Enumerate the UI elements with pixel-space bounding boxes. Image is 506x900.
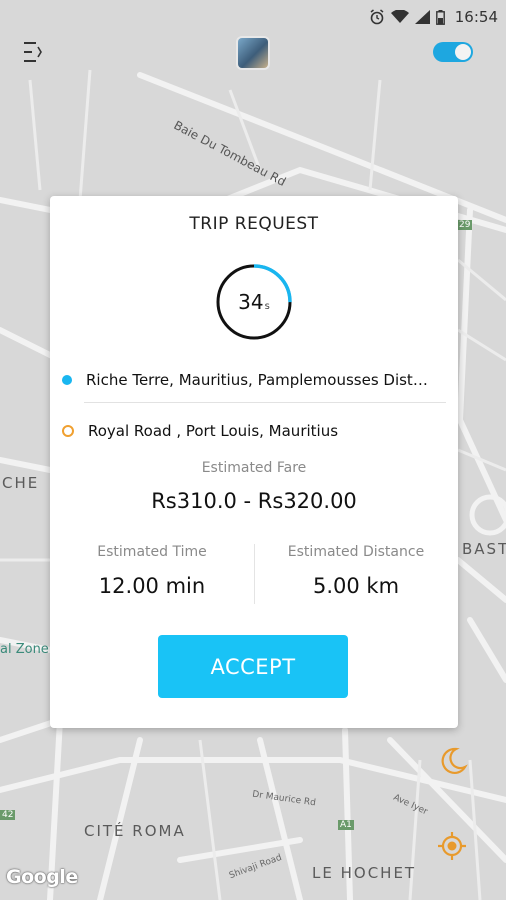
fare-value: Rs310.0 - Rs320.00 [151, 489, 357, 513]
online-toggle[interactable] [433, 42, 473, 62]
distance-value: 5.00 km [312, 574, 400, 598]
time-value: 12.00 min [98, 574, 206, 598]
pickup-location: Riche Terre, Mauritius, Pamplemousses Di… [62, 368, 446, 392]
map-label-a42: 42 [0, 810, 16, 820]
locate-me-icon [438, 832, 466, 860]
wifi-icon [390, 10, 409, 24]
menu-button[interactable] [20, 38, 44, 66]
fare-label: Estimated Fare [201, 460, 307, 476]
toggle-knob [455, 44, 471, 60]
pickup-dot-icon [62, 375, 72, 385]
estimated-time: Estimated Time 12.00 min [50, 544, 254, 598]
countdown-value: 34 [238, 290, 264, 314]
map-label-cite-roma: CITÉ ROMA [84, 822, 186, 840]
map-label-a29: 29 [457, 220, 473, 230]
distance-label: Estimated Distance [287, 544, 425, 560]
map-label-che: CHE [2, 474, 40, 492]
map-label-bast: BAST [462, 540, 506, 558]
alarm-icon [369, 9, 385, 25]
map-label-a1: A1 [338, 820, 354, 830]
dropoff-dot-icon [62, 425, 74, 437]
pickup-address: Riche Terre, Mauritius, Pamplemousses Di… [86, 371, 428, 389]
map-label-le-hochet: LE HOCHET [312, 864, 417, 882]
signal-icon [414, 10, 430, 24]
dropoff-location: Royal Road , Port Louis, Mauritius [62, 419, 446, 443]
user-avatar[interactable] [238, 38, 268, 68]
night-mode-button[interactable] [436, 745, 468, 777]
status-bar: 16:54 [0, 0, 506, 34]
dialog-title: TRIP REQUEST [189, 214, 319, 234]
dropoff-address: Royal Road , Port Louis, Mauritius [88, 422, 339, 440]
locate-me-button[interactable] [436, 830, 468, 862]
countdown-unit: s [264, 300, 270, 312]
countdown-timer: 34 s [215, 263, 293, 341]
accept-button[interactable]: ACCEPT [158, 635, 348, 698]
google-logo: Google [6, 866, 78, 888]
menu-icon [24, 42, 42, 62]
location-divider [84, 402, 446, 403]
map-label-zone: al Zone [0, 642, 49, 657]
time-label: Estimated Time [97, 544, 207, 560]
status-time: 16:54 [454, 8, 498, 26]
trip-request-dialog: TRIP REQUEST 34 s Riche Terre, Mauritius,… [50, 196, 458, 728]
battery-icon [435, 9, 445, 25]
estimated-distance: Estimated Distance 5.00 km [254, 544, 458, 598]
night-mode-icon [441, 747, 468, 774]
